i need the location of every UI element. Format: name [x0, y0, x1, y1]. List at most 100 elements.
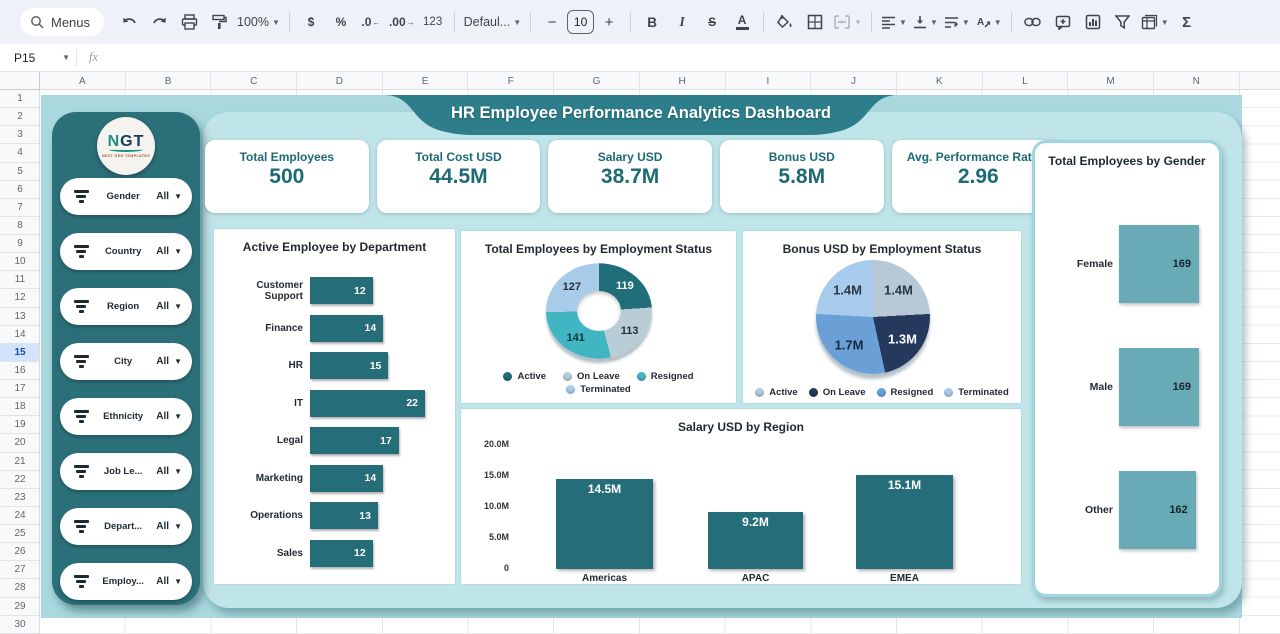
fill-color-button[interactable]: [773, 8, 797, 36]
column-header-A[interactable]: A: [40, 72, 126, 90]
functions-button[interactable]: Σ: [1175, 8, 1199, 36]
filter-icon: [72, 190, 90, 203]
paint-format-button[interactable]: [207, 8, 231, 36]
row-header-27[interactable]: 27: [0, 561, 40, 579]
increase-decimal-button[interactable]: .00→: [389, 8, 415, 36]
create-filter-button[interactable]: [1111, 8, 1135, 36]
row-header-2[interactable]: 2: [0, 108, 40, 126]
filter-pill-country[interactable]: CountryAll▼: [60, 233, 192, 270]
column-header-B[interactable]: B: [126, 72, 212, 90]
filter-value-dropdown[interactable]: All▼: [156, 356, 182, 367]
column-header-K[interactable]: K: [897, 72, 983, 90]
row-header-24[interactable]: 24: [0, 507, 40, 525]
toolbar-divider: [454, 12, 455, 32]
filter-value-dropdown[interactable]: All▼: [156, 411, 182, 422]
insert-comment-button[interactable]: [1051, 8, 1075, 36]
bar-label: HR: [224, 360, 310, 371]
table-views-button[interactable]: ▼: [1141, 8, 1169, 36]
filter-pill-depart[interactable]: Depart...All▼: [60, 508, 192, 545]
row-header-3[interactable]: 3: [0, 126, 40, 144]
row-header-18[interactable]: 18: [0, 398, 40, 416]
column-header-M[interactable]: M: [1068, 72, 1154, 90]
row-header-7[interactable]: 7: [0, 199, 40, 217]
decrease-font-size-button[interactable]: −: [540, 8, 564, 36]
text-wrap-button[interactable]: ▼: [944, 8, 970, 36]
row-header-5[interactable]: 5: [0, 163, 40, 181]
text-rotation-button[interactable]: A ▼: [976, 8, 1002, 36]
row-header-16[interactable]: 16: [0, 362, 40, 380]
row-header-12[interactable]: 12: [0, 289, 40, 307]
filter-value-dropdown[interactable]: All▼: [156, 466, 182, 477]
filter-value-dropdown[interactable]: All▼: [156, 521, 182, 532]
filter-value-dropdown[interactable]: All▼: [156, 191, 182, 202]
kpi-value: 38.7M: [601, 165, 659, 189]
vertical-align-button[interactable]: ▼: [913, 8, 938, 36]
row-header-15[interactable]: 15: [0, 344, 40, 362]
row-header-14[interactable]: 14: [0, 326, 40, 344]
column-header-H[interactable]: H: [640, 72, 726, 90]
column-header-F[interactable]: F: [468, 72, 554, 90]
italic-button[interactable]: I: [670, 8, 694, 36]
print-button[interactable]: [177, 8, 201, 36]
row-header-8[interactable]: 8: [0, 217, 40, 235]
column-header-C[interactable]: C: [211, 72, 297, 90]
row-header-19[interactable]: 19: [0, 416, 40, 434]
salary-bars: 20.0M15.0M10.0M5.0M014.5MAmericas9.2MAPA…: [461, 409, 1021, 584]
undo-button[interactable]: [117, 8, 141, 36]
row-header-13[interactable]: 13: [0, 308, 40, 326]
row-header-26[interactable]: 26: [0, 543, 40, 561]
column-header-I[interactable]: I: [726, 72, 812, 90]
decrease-decimal-button[interactable]: .0←: [359, 8, 383, 36]
row-header-29[interactable]: 29: [0, 598, 40, 616]
menus-search-button[interactable]: Menus: [20, 8, 104, 36]
column-header-D[interactable]: D: [297, 72, 383, 90]
row-header-25[interactable]: 25: [0, 525, 40, 543]
sheet-grid[interactable]: HR Employee Performance Analytics Dashbo…: [40, 90, 1280, 634]
font-select[interactable]: Defaul... ▼: [464, 8, 521, 36]
column-header-G[interactable]: G: [554, 72, 640, 90]
increase-font-size-button[interactable]: +: [597, 8, 621, 36]
format-percent-button[interactable]: %: [329, 8, 353, 36]
zoom-select[interactable]: 100% ▼: [237, 8, 280, 36]
filter-value-dropdown[interactable]: All▼: [156, 246, 182, 257]
horizontal-align-button[interactable]: ▼: [881, 8, 907, 36]
row-header-22[interactable]: 22: [0, 471, 40, 489]
row-header-21[interactable]: 21: [0, 453, 40, 471]
font-size-input[interactable]: 10: [567, 10, 594, 34]
row-header-9[interactable]: 9: [0, 235, 40, 253]
column-header-L[interactable]: L: [983, 72, 1069, 90]
filter-value-dropdown[interactable]: All▼: [156, 301, 182, 312]
filter-pill-gender[interactable]: GenderAll▼: [60, 178, 192, 215]
row-header-30[interactable]: 30: [0, 616, 40, 634]
name-box[interactable]: P15 ▼: [0, 51, 76, 65]
row-header-6[interactable]: 6: [0, 181, 40, 199]
bold-button[interactable]: B: [640, 8, 664, 36]
format-currency-button[interactable]: $: [299, 8, 323, 36]
filter-pill-city[interactable]: CityAll▼: [60, 343, 192, 380]
borders-button[interactable]: [803, 8, 827, 36]
insert-chart-button[interactable]: [1081, 8, 1105, 36]
row-header-17[interactable]: 17: [0, 380, 40, 398]
row-header-4[interactable]: 4: [0, 144, 40, 162]
column-header-E[interactable]: E: [383, 72, 469, 90]
filter-pill-region[interactable]: RegionAll▼: [60, 288, 192, 325]
row-header-10[interactable]: 10: [0, 253, 40, 271]
row-header-23[interactable]: 23: [0, 489, 40, 507]
row-header-11[interactable]: 11: [0, 271, 40, 289]
redo-button[interactable]: [147, 8, 171, 36]
row-header-28[interactable]: 28: [0, 579, 40, 597]
kpi-card-0: Total Employees500: [205, 140, 369, 213]
text-color-button[interactable]: A: [730, 8, 754, 36]
strikethrough-button[interactable]: S: [700, 8, 724, 36]
filter-value-dropdown[interactable]: All▼: [156, 576, 182, 587]
select-all-corner[interactable]: [0, 72, 40, 90]
column-header-N[interactable]: N: [1154, 72, 1240, 90]
filter-pill-ethnicity[interactable]: EthnicityAll▼: [60, 398, 192, 435]
row-header-1[interactable]: 1: [0, 90, 40, 108]
column-header-J[interactable]: J: [811, 72, 897, 90]
row-header-20[interactable]: 20: [0, 434, 40, 452]
filter-pill-employ[interactable]: Employ...All▼: [60, 563, 192, 600]
insert-link-button[interactable]: [1021, 8, 1045, 36]
more-formats-button[interactable]: 123: [421, 8, 445, 36]
filter-pill-joble[interactable]: Job Le...All▼: [60, 453, 192, 490]
